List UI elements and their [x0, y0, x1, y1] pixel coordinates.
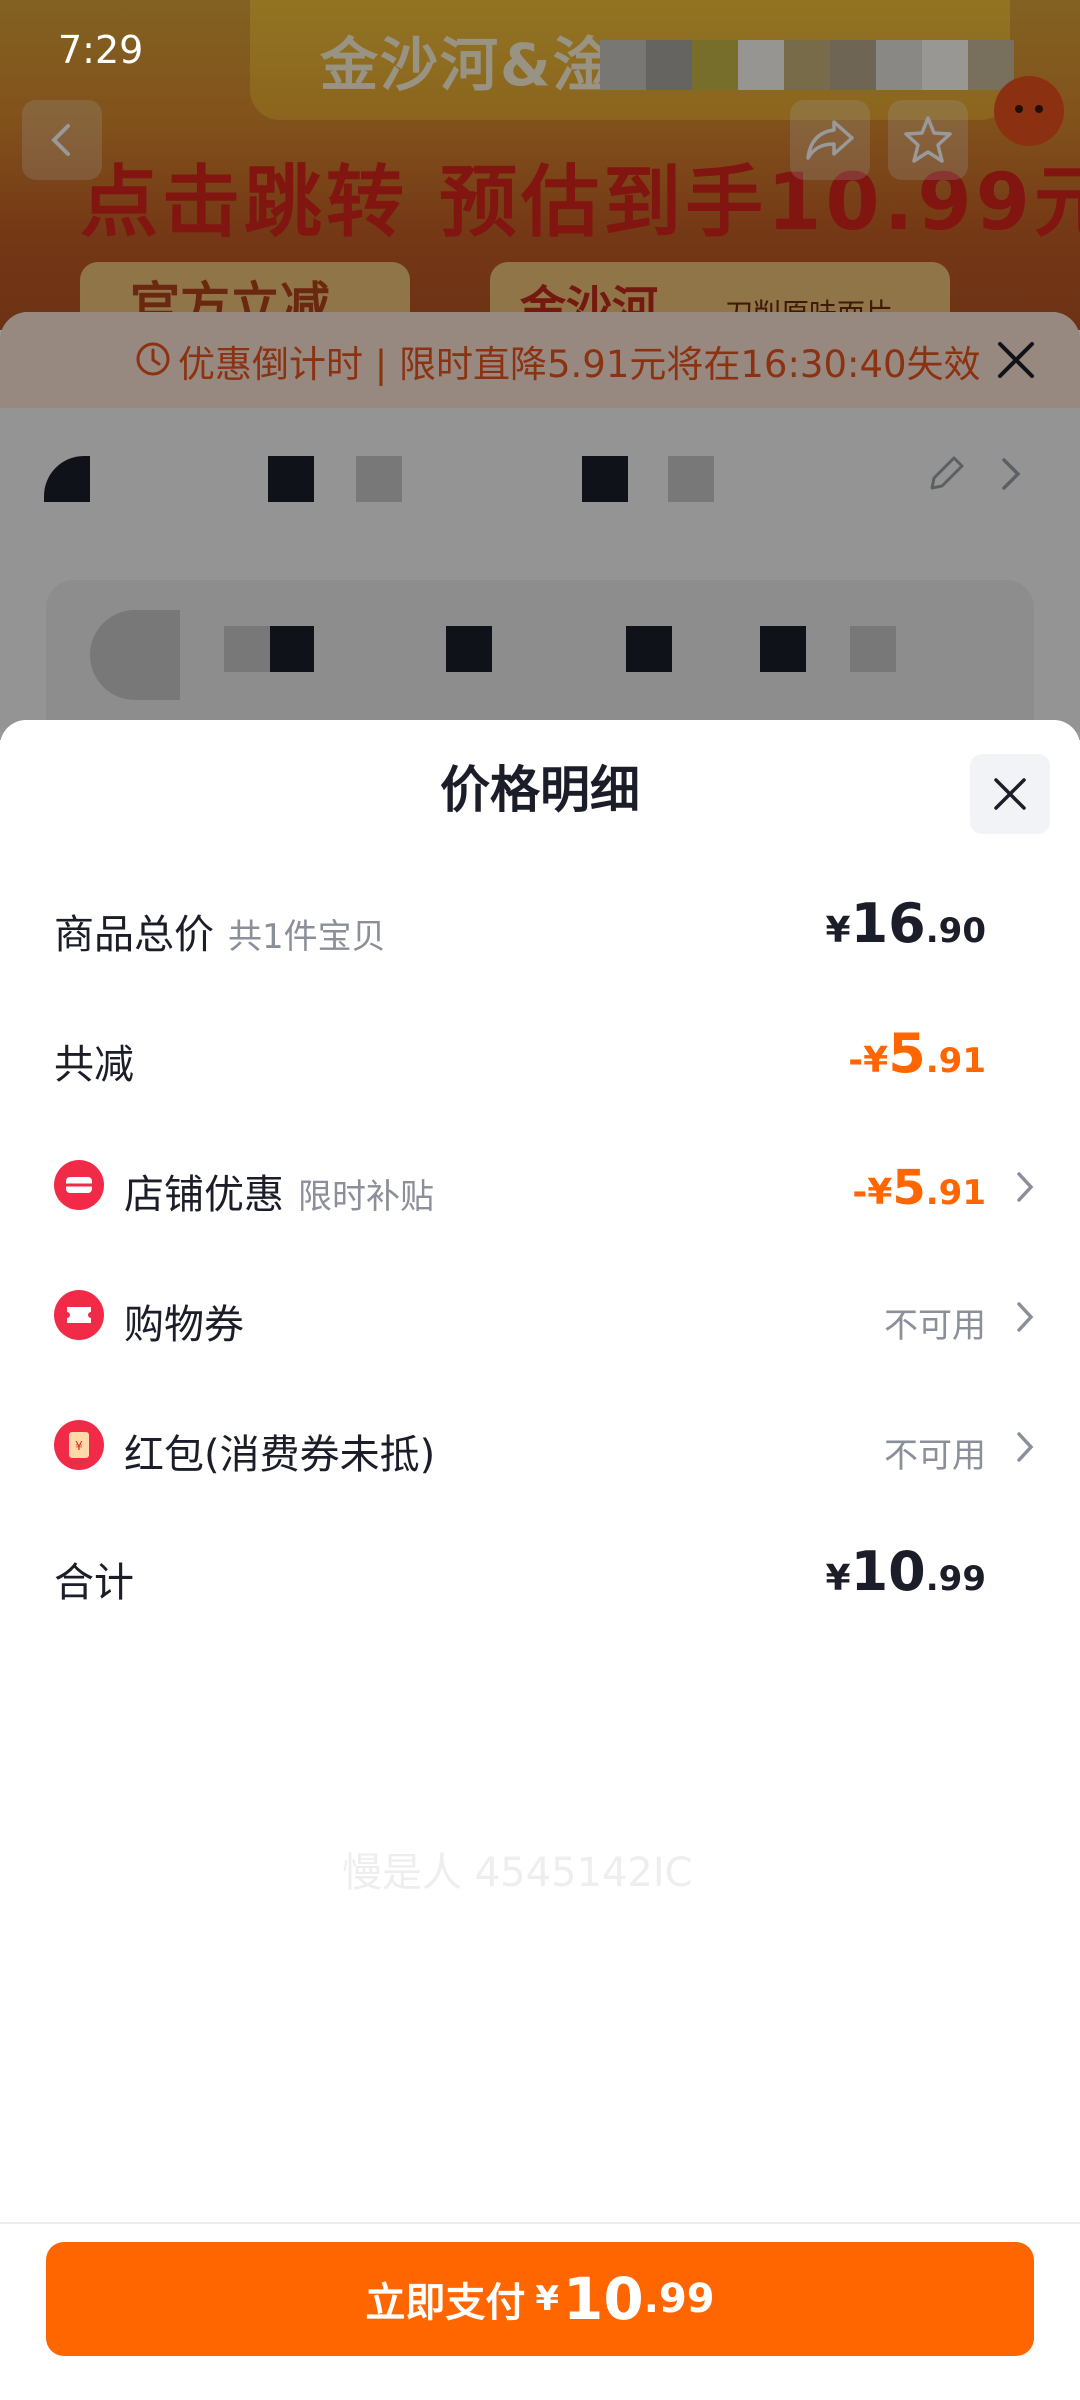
- store-discount-row[interactable]: 店铺优惠 限时补贴 -¥5.91: [0, 1146, 1080, 1226]
- total-label: 合计: [54, 1560, 134, 1606]
- price-detail-sheet: 价格明细 商品总价 共1件宝贝 ¥16.90 共减 -¥5.91 慢是人 4545…: [0, 720, 1080, 2400]
- store-discount-label: 店铺优惠: [124, 1172, 284, 1218]
- pay-currency: ¥: [535, 2279, 560, 2319]
- total-discount-row: 共减 -¥5.91: [0, 1016, 1080, 1096]
- total-discount-label: 共减: [54, 1042, 134, 1088]
- close-button[interactable]: [970, 754, 1050, 834]
- subtotal-row: 商品总价 共1件宝贝 ¥16.90: [0, 886, 1080, 966]
- shopping-voucher-row[interactable]: 购物券 不可用: [0, 1274, 1080, 1354]
- shopping-voucher-label: 购物券: [124, 1302, 244, 1348]
- ticket-icon: [54, 1290, 104, 1340]
- store-discount-value: -¥5.91: [852, 1160, 986, 1216]
- total-value: ¥10.99: [825, 1540, 986, 1603]
- subtotal-value: ¥16.90: [825, 892, 986, 955]
- status-time: 7:29: [58, 28, 144, 72]
- item-count: 共1件宝贝: [228, 917, 386, 957]
- svg-text:¥: ¥: [75, 1439, 83, 1453]
- pay-amount-dec: .99: [643, 2276, 715, 2322]
- bottom-divider: [0, 2222, 1080, 2224]
- shopping-voucher-status: 不可用: [884, 1306, 986, 1346]
- pay-now-button[interactable]: 立即支付 ¥ 10 .99: [46, 2242, 1034, 2356]
- pay-amount-int: 10: [563, 2265, 644, 2333]
- subtotal-label: 商品总价: [54, 912, 214, 958]
- red-envelope-icon: ¥: [54, 1420, 104, 1470]
- pay-now-label: 立即支付: [365, 2280, 526, 2326]
- chevron-right-icon: [1017, 1172, 1034, 1202]
- total-discount-value: -¥5.91: [848, 1022, 986, 1085]
- chevron-right-icon: [1017, 1432, 1034, 1462]
- total-row: 合计 ¥10.99: [0, 1532, 1080, 1612]
- red-envelope-status: 不可用: [884, 1436, 986, 1476]
- store-coupon-icon: [54, 1160, 104, 1210]
- watermark: 慢是人 4545142IC: [342, 1850, 693, 1896]
- modal-overlay[interactable]: [0, 0, 1080, 740]
- red-envelope-row[interactable]: ¥ 红包(消费券未抵) 不可用: [0, 1404, 1080, 1484]
- sheet-title: 价格明细: [440, 761, 640, 819]
- close-icon: [994, 778, 1026, 810]
- red-envelope-label: 红包(消费券未抵): [124, 1432, 436, 1478]
- chevron-right-icon: [1017, 1302, 1034, 1332]
- screen: 金沙河&淦 点击跳转 预估到手10.99元 官方立减 金沙河 刀削原味面片: [0, 0, 1080, 2400]
- store-discount-sub: 限时补贴: [298, 1177, 434, 1217]
